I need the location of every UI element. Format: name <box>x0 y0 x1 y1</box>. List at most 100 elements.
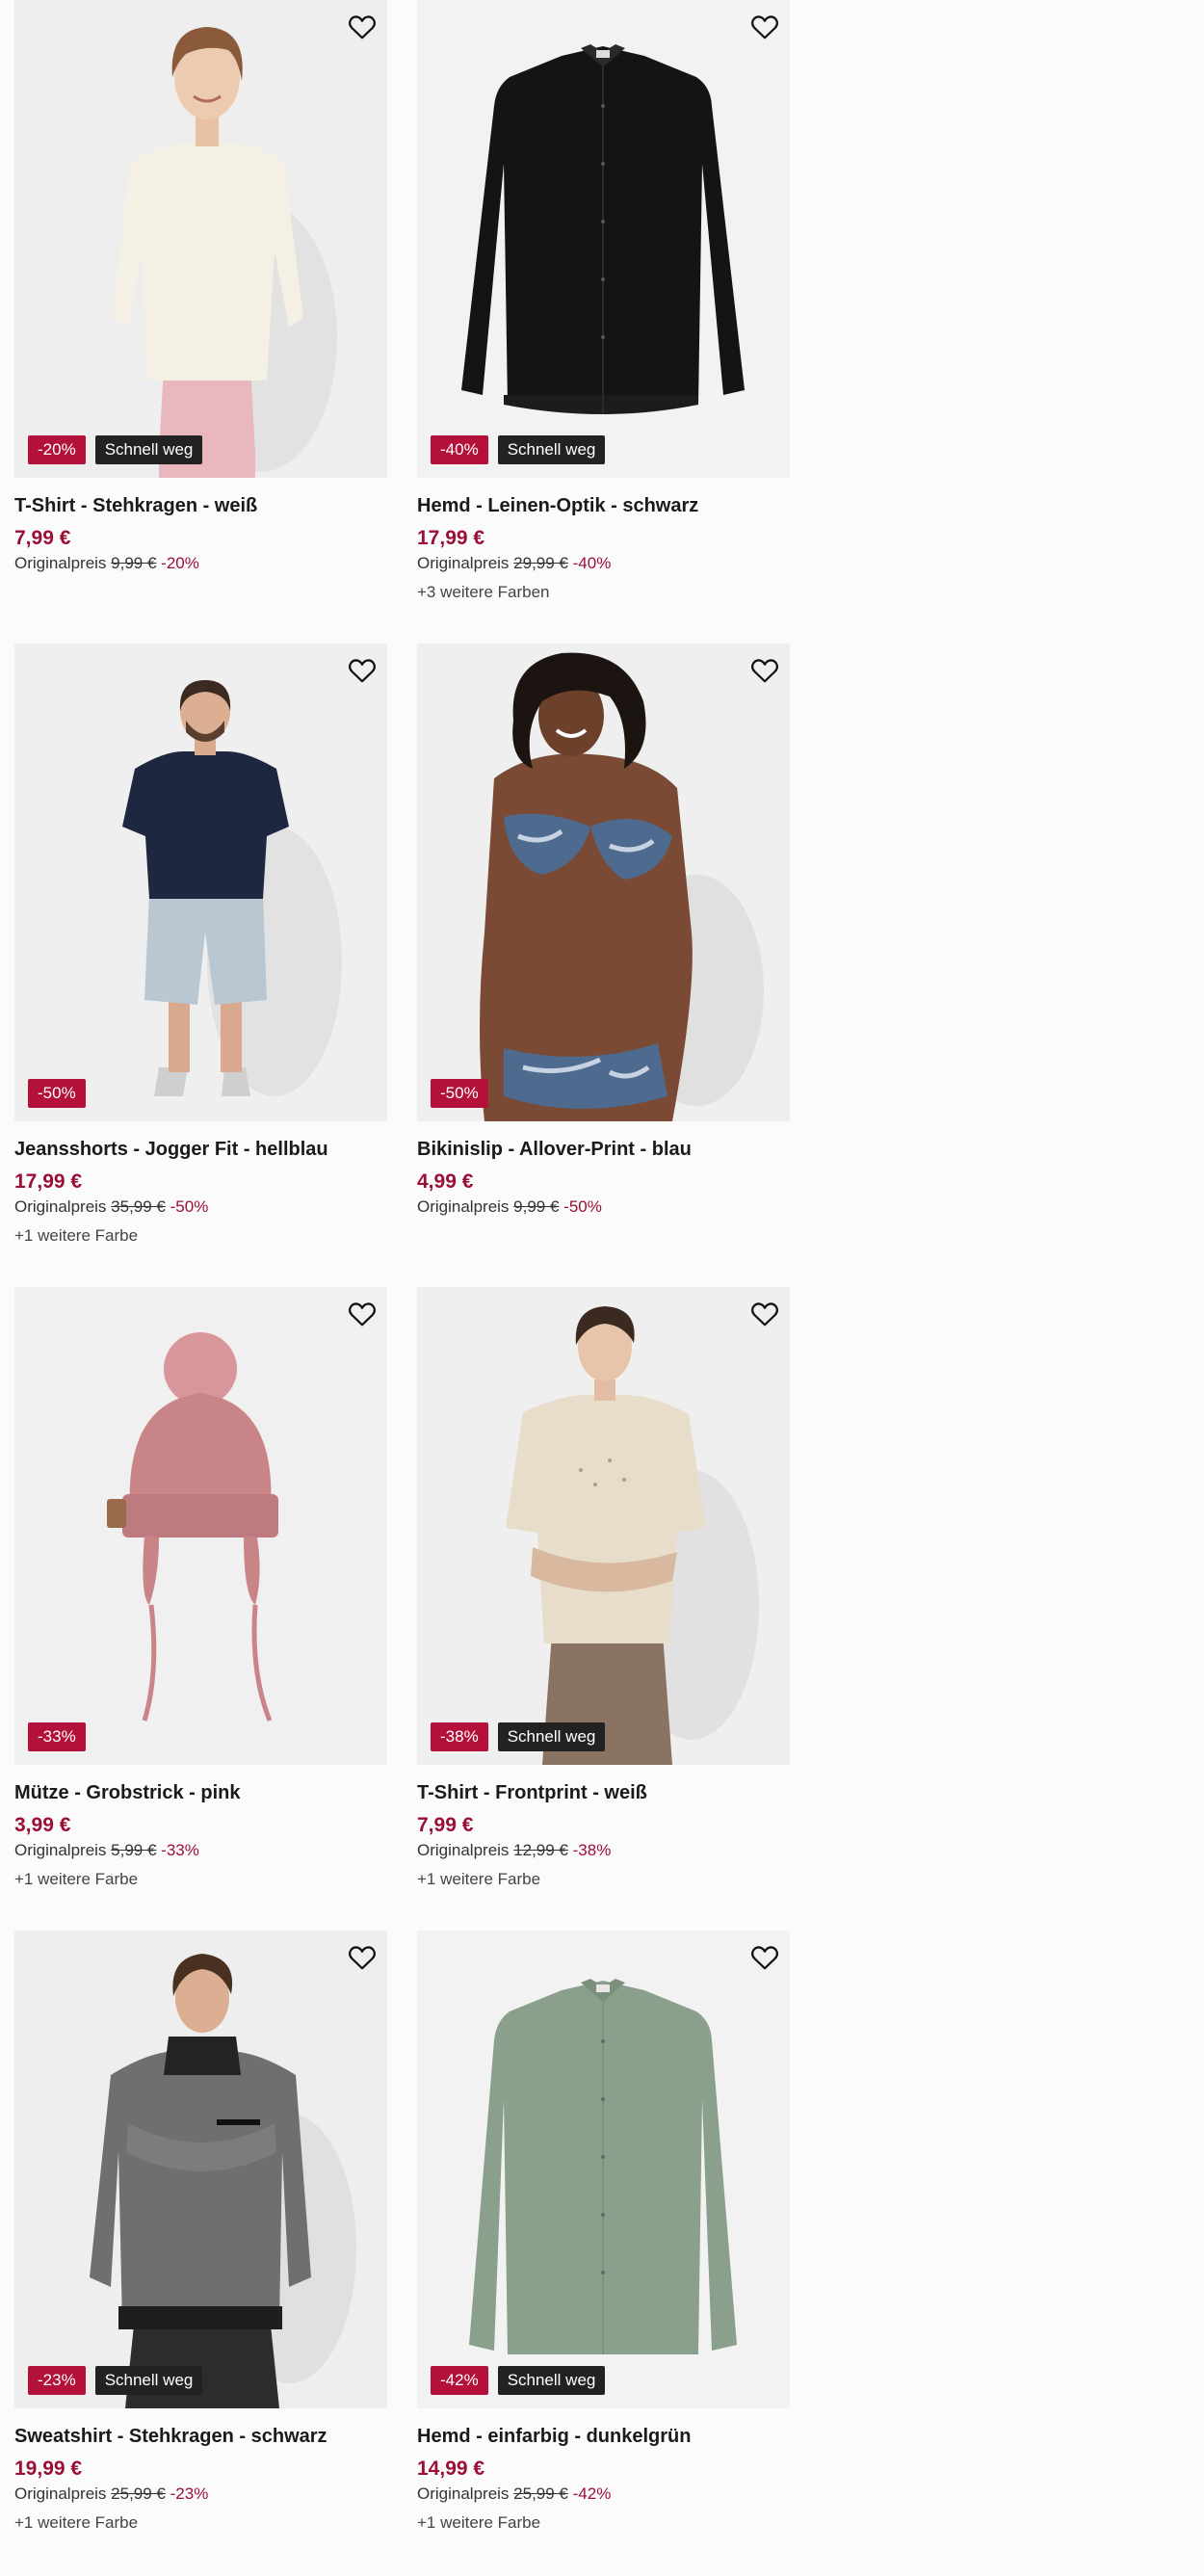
quick-sale-badge: Schnell weg <box>497 1722 606 1751</box>
discount-percent: -50% <box>563 1197 602 1216</box>
more-colors-link[interactable]: +3 weitere Farben <box>417 583 790 602</box>
product-price: 17,99 € <box>417 527 485 549</box>
discount-percent: -50% <box>170 1197 209 1216</box>
wishlist-heart-icon[interactable] <box>345 653 380 688</box>
original-price-label: Originalpreis <box>14 2484 107 2503</box>
original-price: 5,99 € <box>111 1841 157 1859</box>
badge-row: -33% <box>28 1722 86 1751</box>
product-title[interactable]: Mütze - Grobstrick - pink <box>14 1782 387 1804</box>
badge-row: -38% Schnell weg <box>431 1722 606 1751</box>
wishlist-heart-icon[interactable] <box>747 1297 782 1331</box>
product-photo <box>417 0 790 478</box>
more-colors-link[interactable]: +1 weitere Farbe <box>14 2513 387 2533</box>
product-price: 3,99 € <box>14 1814 71 1836</box>
product-photo <box>14 644 387 1121</box>
product-price: 7,99 € <box>14 527 71 549</box>
product-image[interactable]: -33% <box>14 1287 387 1765</box>
product-price: 19,99 € <box>14 2458 83 2480</box>
discount-percent: -23% <box>170 2484 209 2503</box>
product-grid: -20% Schnell weg T-Shirt - Stehkragen - … <box>14 0 790 2574</box>
product-price: 17,99 € <box>14 1170 83 1193</box>
original-price: 25,99 € <box>513 2484 568 2503</box>
wishlist-heart-icon[interactable] <box>345 1297 380 1331</box>
discount-badge: -20% <box>28 435 86 464</box>
product-photo <box>417 1931 790 2408</box>
original-price-line: Originalpreis 9,99 € -50% <box>417 1197 790 1217</box>
original-price-line: Originalpreis 5,99 € -33% <box>14 1841 387 1860</box>
original-price: 12,99 € <box>513 1841 568 1859</box>
product-image[interactable]: -40% Schnell weg <box>417 0 790 478</box>
product-card[interactable]: -50% Bikinislip - Allover-Print - blau 4… <box>417 644 790 1287</box>
wishlist-heart-icon[interactable] <box>345 10 380 44</box>
product-title[interactable]: Hemd - Leinen-Optik - schwarz <box>417 495 790 517</box>
wishlist-heart-icon[interactable] <box>747 10 782 44</box>
product-title[interactable]: Jeansshorts - Jogger Fit - hellblau <box>14 1139 387 1161</box>
product-price: 7,99 € <box>417 1814 474 1836</box>
discount-badge: -23% <box>28 2366 86 2395</box>
product-title[interactable]: Sweatshirt - Stehkragen - schwarz <box>14 2426 387 2448</box>
more-colors-link[interactable]: +1 weitere Farbe <box>14 1870 387 1889</box>
product-price: 14,99 € <box>417 2458 485 2480</box>
product-photo <box>14 1287 387 1765</box>
original-price: 29,99 € <box>513 554 568 572</box>
product-card[interactable]: -50% Jeansshorts - Jogger Fit - hellblau… <box>14 644 387 1287</box>
discount-percent: -42% <box>572 2484 612 2503</box>
product-card[interactable]: -42% Schnell weg Hemd - einfarbig - dunk… <box>417 1931 790 2574</box>
product-title[interactable]: T-Shirt - Stehkragen - weiß <box>14 495 387 517</box>
product-card[interactable]: -33% Mütze - Grobstrick - pink 3,99 € Or… <box>14 1287 387 1931</box>
product-photo <box>417 644 790 1121</box>
original-price-label: Originalpreis <box>417 1197 510 1216</box>
product-photo <box>417 1287 790 1765</box>
product-price: 4,99 € <box>417 1170 474 1193</box>
badge-row: -50% <box>28 1079 86 1108</box>
product-title[interactable]: Bikinislip - Allover-Print - blau <box>417 1139 790 1161</box>
product-title[interactable]: T-Shirt - Frontprint - weiß <box>417 1782 790 1804</box>
badge-row: -20% Schnell weg <box>28 435 203 464</box>
original-price-label: Originalpreis <box>14 1197 107 1216</box>
original-price-line: Originalpreis 29,99 € -40% <box>417 554 790 573</box>
badge-row: -40% Schnell weg <box>431 435 606 464</box>
product-card[interactable]: -20% Schnell weg T-Shirt - Stehkragen - … <box>14 0 387 644</box>
original-price-line: Originalpreis 25,99 € -42% <box>417 2484 790 2504</box>
product-image[interactable]: -42% Schnell weg <box>417 1931 790 2408</box>
discount-percent: -20% <box>161 554 199 572</box>
original-price-line: Originalpreis 35,99 € -50% <box>14 1197 387 1217</box>
badge-row: -23% Schnell weg <box>28 2366 203 2395</box>
product-image[interactable]: -38% Schnell weg <box>417 1287 790 1765</box>
wishlist-heart-icon[interactable] <box>747 1940 782 1975</box>
original-price-label: Originalpreis <box>417 554 510 572</box>
quick-sale-badge: Schnell weg <box>94 2366 203 2395</box>
quick-sale-badge: Schnell weg <box>94 435 203 464</box>
wishlist-heart-icon[interactable] <box>345 1940 380 1975</box>
product-title[interactable]: Hemd - einfarbig - dunkelgrün <box>417 2426 790 2448</box>
discount-badge: -50% <box>28 1079 86 1108</box>
product-card[interactable]: -23% Schnell weg Sweatshirt - Stehkragen… <box>14 1931 387 2574</box>
wishlist-heart-icon[interactable] <box>747 653 782 688</box>
original-price-label: Originalpreis <box>417 1841 510 1859</box>
product-image[interactable]: -50% <box>417 644 790 1121</box>
original-price-label: Originalpreis <box>14 1841 107 1859</box>
original-price: 9,99 € <box>111 554 157 572</box>
quick-sale-badge: Schnell weg <box>497 2366 606 2395</box>
original-price: 25,99 € <box>111 2484 166 2503</box>
product-image[interactable]: -23% Schnell weg <box>14 1931 387 2408</box>
product-image[interactable]: -20% Schnell weg <box>14 0 387 478</box>
discount-badge: -50% <box>431 1079 488 1108</box>
product-image[interactable]: -50% <box>14 644 387 1121</box>
product-card[interactable]: -40% Schnell weg Hemd - Leinen-Optik - s… <box>417 0 790 644</box>
original-price-line: Originalpreis 9,99 € -20% <box>14 554 387 573</box>
discount-percent: -40% <box>572 554 612 572</box>
original-price-label: Originalpreis <box>417 2484 510 2503</box>
more-colors-link[interactable]: +1 weitere Farbe <box>417 1870 790 1889</box>
discount-percent: -33% <box>161 1841 199 1859</box>
product-card[interactable]: -38% Schnell weg T-Shirt - Frontprint - … <box>417 1287 790 1931</box>
product-photo <box>14 0 387 478</box>
badge-row: -50% <box>431 1079 488 1108</box>
quick-sale-badge: Schnell weg <box>497 435 606 464</box>
badge-row: -42% Schnell weg <box>431 2366 606 2395</box>
product-photo <box>14 1931 387 2408</box>
discount-badge: -33% <box>28 1722 86 1751</box>
more-colors-link[interactable]: +1 weitere Farbe <box>14 1226 387 1246</box>
more-colors-link[interactable]: +1 weitere Farbe <box>417 2513 790 2533</box>
original-price-line: Originalpreis 25,99 € -23% <box>14 2484 387 2504</box>
